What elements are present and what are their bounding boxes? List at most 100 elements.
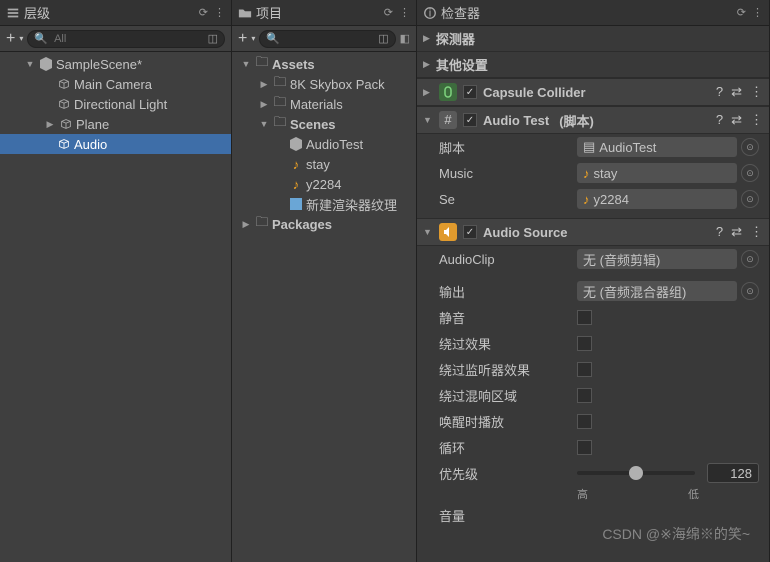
packages-folder[interactable]: ▶ 🗀 Packages bbox=[232, 214, 416, 234]
add-button[interactable]: + bbox=[6, 32, 15, 46]
unity-icon bbox=[38, 56, 54, 72]
audio-icon: ♪ bbox=[288, 176, 304, 192]
lock-icon[interactable]: ⟳ bbox=[199, 6, 208, 19]
expand-icon[interactable]: ▶ bbox=[258, 79, 270, 90]
menu-icon[interactable]: ⋮ bbox=[750, 224, 763, 240]
expand-icon[interactable]: ▼ bbox=[258, 119, 270, 129]
project-panel: 项目 ⟳ ⋮ + ▾ 🔍 ◫ ◧ ▼ 🗀 Assets ▶ 🗀 bbox=[232, 0, 417, 562]
search-input[interactable] bbox=[52, 32, 204, 46]
hierarchy-icon bbox=[6, 6, 20, 20]
project-scene-file[interactable]: AudioTest bbox=[232, 134, 416, 154]
hierarchy-item[interactable]: Directional Light bbox=[0, 94, 231, 114]
menu-icon[interactable]: ⋮ bbox=[752, 6, 763, 19]
inspector-tab[interactable]: i 检查器 bbox=[423, 3, 731, 22]
priority-value[interactable]: 128 bbox=[707, 463, 759, 483]
project-folder[interactable]: ▼ 🗀 Scenes bbox=[232, 114, 416, 134]
script-property: 脚本 ▤ AudioTest ⊙ bbox=[417, 134, 769, 160]
mute-property: 静音 bbox=[417, 304, 769, 330]
loop-checkbox[interactable] bbox=[577, 440, 592, 455]
bypass-effects-checkbox[interactable] bbox=[577, 336, 592, 351]
hierarchy-tab[interactable]: 层级 bbox=[6, 3, 193, 22]
menu-icon[interactable]: ⋮ bbox=[399, 6, 410, 19]
bypass-reverb-property: 绕过混响区域 bbox=[417, 382, 769, 408]
mute-checkbox[interactable] bbox=[577, 310, 592, 325]
collapsed-section[interactable]: ▶ 探测器 bbox=[417, 26, 769, 52]
help-icon[interactable]: ? bbox=[716, 84, 723, 100]
se-field[interactable]: ♪ y2284 bbox=[577, 189, 737, 209]
scene-name: SampleScene* bbox=[56, 57, 142, 72]
scene-row[interactable]: ▼ SampleScene* bbox=[0, 54, 231, 74]
preset-icon[interactable]: ⇄ bbox=[731, 112, 742, 128]
search-input[interactable] bbox=[284, 32, 374, 46]
menu-icon[interactable]: ⋮ bbox=[750, 84, 763, 100]
search-type-icon[interactable]: ◫ bbox=[378, 32, 388, 45]
audiotest-script-header[interactable]: ▼ # Audio Test (脚本) ? ⇄ ⋮ bbox=[417, 106, 769, 134]
lock-icon[interactable]: ⟳ bbox=[737, 6, 746, 19]
object-picker[interactable]: ⊙ bbox=[741, 164, 759, 182]
menu-icon[interactable]: ⋮ bbox=[214, 6, 225, 19]
hierarchy-panel: 层级 ⟳ ⋮ + ▾ 🔍 ◫ ▼ SampleScene* bbox=[0, 0, 232, 562]
project-tab[interactable]: 项目 bbox=[238, 3, 378, 22]
project-folder[interactable]: ▶ 🗀 8K Skybox Pack bbox=[232, 74, 416, 94]
project-search[interactable]: 🔍 ◫ bbox=[259, 30, 395, 48]
priority-slider[interactable] bbox=[577, 471, 695, 475]
capsule-collider-header[interactable]: ▶ Capsule Collider ? ⇄ ⋮ bbox=[417, 78, 769, 106]
expand-icon[interactable]: ▶ bbox=[240, 219, 252, 230]
enable-checkbox[interactable] bbox=[463, 85, 477, 99]
preset-icon[interactable]: ⇄ bbox=[731, 84, 742, 100]
help-icon[interactable]: ? bbox=[716, 224, 723, 240]
hierarchy-item-selected[interactable]: Audio bbox=[0, 134, 231, 154]
play-on-awake-checkbox[interactable] bbox=[577, 414, 592, 429]
preset-icon[interactable]: ⇄ bbox=[731, 224, 742, 240]
output-field[interactable]: 无 (音频混合器组) bbox=[577, 281, 737, 301]
project-audio-file[interactable]: ♪ stay bbox=[232, 154, 416, 174]
folder-icon: 🗀 bbox=[254, 56, 270, 72]
hierarchy-item[interactable]: Main Camera bbox=[0, 74, 231, 94]
audioclip-property: AudioClip 无 (音频剪辑) ⊙ bbox=[417, 246, 769, 272]
audiosource-header[interactable]: ▼ Audio Source ? ⇄ ⋮ bbox=[417, 218, 769, 246]
menu-icon[interactable]: ⋮ bbox=[750, 112, 763, 128]
expand-icon[interactable]: ▼ bbox=[240, 59, 252, 69]
svg-text:i: i bbox=[429, 7, 432, 19]
hierarchy-title: 层级 bbox=[24, 3, 50, 22]
lock-icon[interactable]: ⟳ bbox=[384, 6, 393, 19]
folder-icon bbox=[238, 6, 252, 20]
folder-icon: 🗀 bbox=[254, 216, 270, 232]
object-picker[interactable]: ⊙ bbox=[741, 138, 759, 156]
audio-icon: ♪ bbox=[583, 192, 590, 207]
expand-icon[interactable]: ▼ bbox=[24, 59, 36, 69]
expand-icon[interactable]: ▶ bbox=[44, 119, 56, 130]
output-property: 输出 无 (音频混合器组) ⊙ bbox=[417, 278, 769, 304]
info-icon: i bbox=[423, 6, 437, 20]
hierarchy-item[interactable]: ▶ Plane bbox=[0, 114, 231, 134]
object-picker[interactable]: ⊙ bbox=[741, 250, 759, 268]
enable-checkbox[interactable] bbox=[463, 225, 477, 239]
project-folder[interactable]: ▶ 🗀 Materials bbox=[232, 94, 416, 114]
assets-folder[interactable]: ▼ 🗀 Assets bbox=[232, 54, 416, 74]
search-type-icon[interactable]: ◫ bbox=[208, 32, 218, 45]
add-dropdown[interactable]: ▾ bbox=[251, 34, 255, 43]
audio-icon: ♪ bbox=[583, 166, 590, 181]
expand-icon[interactable]: ▶ bbox=[258, 99, 270, 110]
hierarchy-search[interactable]: 🔍 ◫ bbox=[27, 30, 225, 48]
gameobject-icon bbox=[56, 136, 72, 152]
audioclip-field[interactable]: 无 (音频剪辑) bbox=[577, 249, 737, 269]
volume-property: 音量 bbox=[417, 502, 769, 528]
object-picker[interactable]: ⊙ bbox=[741, 282, 759, 300]
bypass-reverb-checkbox[interactable] bbox=[577, 388, 592, 403]
filter-icon[interactable]: ◧ bbox=[400, 32, 410, 45]
bypass-listener-checkbox[interactable] bbox=[577, 362, 592, 377]
collapsed-section[interactable]: ▶ 其他设置 bbox=[417, 52, 769, 78]
render-texture-icon bbox=[288, 196, 304, 212]
add-dropdown[interactable]: ▾ bbox=[19, 34, 23, 43]
search-icon: 🔍 bbox=[34, 32, 48, 45]
help-icon[interactable]: ? bbox=[716, 112, 723, 128]
script-field: ▤ AudioTest bbox=[577, 137, 737, 157]
project-asset-file[interactable]: 新建渲染器纹理 bbox=[232, 194, 416, 214]
project-audio-file[interactable]: ♪ y2284 bbox=[232, 174, 416, 194]
object-picker[interactable]: ⊙ bbox=[741, 190, 759, 208]
enable-checkbox[interactable] bbox=[463, 113, 477, 127]
add-button[interactable]: + bbox=[238, 32, 247, 46]
search-icon: 🔍 bbox=[266, 32, 280, 45]
music-field[interactable]: ♪ stay bbox=[577, 163, 737, 183]
